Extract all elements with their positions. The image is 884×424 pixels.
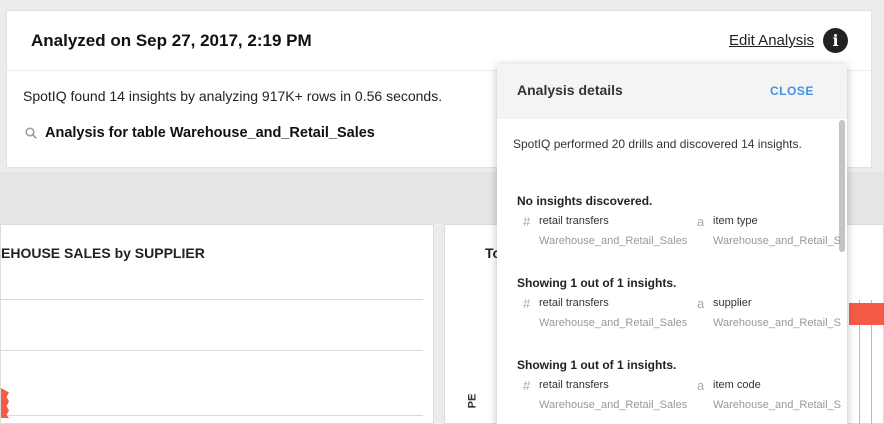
close-button[interactable]: CLOSE	[770, 84, 814, 98]
panel-summary: SpotIQ performed 20 drills and discovere…	[513, 137, 802, 151]
column-name: retail transfers	[539, 379, 609, 391]
chart-bar[interactable]	[1, 388, 9, 418]
attribute-icon: a	[697, 296, 705, 311]
insight-item[interactable]: No insights discovered. # retail transfe…	[517, 194, 841, 274]
column-name: supplier	[713, 297, 752, 309]
gridline	[1, 350, 423, 351]
edit-analysis-link[interactable]: Edit Analysis	[729, 32, 814, 49]
column-table: Warehouse_and_Retail_S	[713, 235, 842, 247]
column-name: item type	[713, 215, 758, 227]
column-name: retail transfers	[539, 297, 609, 309]
column-table: Warehouse_and_Retail_Sales	[539, 235, 688, 247]
search-icon	[25, 127, 37, 139]
insight-heading: Showing 1 out of 1 insights.	[517, 276, 677, 290]
gridline	[1, 299, 423, 300]
page-title: Analyzed on Sep 27, 2017, 2:19 PM	[31, 31, 312, 50]
hash-icon: #	[523, 296, 531, 311]
analysis-table-label: Analysis for table Warehouse_and_Retail_…	[45, 125, 375, 141]
hash-icon: #	[523, 214, 531, 229]
column-table: Warehouse_and_Retail_S	[713, 317, 842, 329]
attribute-icon: a	[697, 214, 705, 229]
panel-header: Analysis details CLOSE	[497, 64, 847, 119]
chart-bar[interactable]	[849, 303, 884, 325]
column-table: Warehouse_and_Retail_S	[713, 399, 842, 411]
insight-heading: No insights discovered.	[517, 194, 653, 208]
column-table: Warehouse_and_Retail_Sales	[539, 317, 688, 329]
analysis-header: Analyzed on Sep 27, 2017, 2:19 PM Edit A…	[6, 10, 872, 70]
axis-label: PE	[466, 393, 479, 409]
summary-text: SpotIQ found 14 insights by analyzing 91…	[23, 88, 443, 104]
panel-title: Analysis details	[517, 82, 623, 98]
column-name: retail transfers	[539, 215, 609, 227]
column-name: item code	[713, 379, 761, 391]
column-table: Warehouse_and_Retail_Sales	[539, 399, 688, 411]
chart-title-left: EHOUSE SALES by SUPPLIER	[1, 245, 205, 261]
insight-heading: Showing 1 out of 1 insights.	[517, 358, 677, 372]
insight-item[interactable]: Showing 1 out of 1 insights. # retail tr…	[517, 358, 841, 424]
info-icon[interactable]: i	[823, 28, 848, 53]
panel-scrollbar[interactable]	[839, 120, 845, 252]
gridline	[1, 415, 423, 416]
analysis-details-panel: Analysis details CLOSE SpotIQ performed …	[497, 64, 847, 424]
hash-icon: #	[523, 378, 531, 393]
chart-card-left[interactable]: EHOUSE SALES by SUPPLIER	[0, 224, 434, 424]
insight-item[interactable]: Showing 1 out of 1 insights. # retail tr…	[517, 276, 841, 356]
attribute-icon: a	[697, 378, 705, 393]
